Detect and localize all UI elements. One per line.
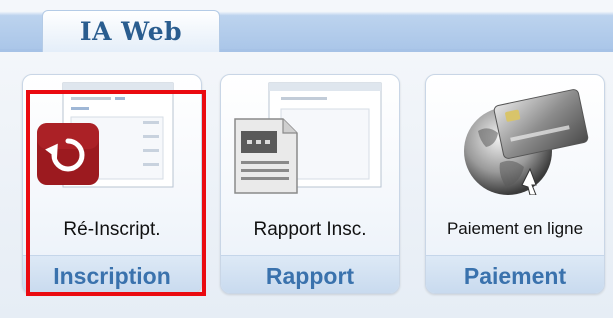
tab-ia-web[interactable]: IA Web bbox=[42, 10, 220, 52]
tab-bar: IA Web bbox=[0, 0, 613, 52]
card-category-band: Inscription bbox=[23, 255, 201, 293]
card-label: Paiement en ligne bbox=[446, 219, 584, 238]
card-label: Ré-Inscript. bbox=[63, 219, 161, 240]
reinscription-icon bbox=[23, 75, 201, 195]
card-rapport[interactable]: Rapport Insc. Rapport bbox=[220, 74, 400, 294]
card-label: Rapport Insc. bbox=[253, 219, 367, 240]
credit-card-globe-icon bbox=[426, 75, 604, 196]
card-paiement[interactable]: Paiement en ligne Paiement bbox=[425, 74, 605, 294]
tab-label: IA Web bbox=[79, 17, 183, 46]
card-category-band: Paiement bbox=[426, 255, 604, 293]
card-category-band: Rapport bbox=[221, 255, 399, 293]
card-category: Inscription bbox=[53, 262, 171, 289]
card-reinscription[interactable]: Ré-Inscript. Inscription bbox=[22, 74, 202, 294]
card-category: Rapport bbox=[265, 262, 355, 289]
card-category: Paiement bbox=[463, 262, 567, 289]
report-document-icon bbox=[221, 75, 399, 195]
